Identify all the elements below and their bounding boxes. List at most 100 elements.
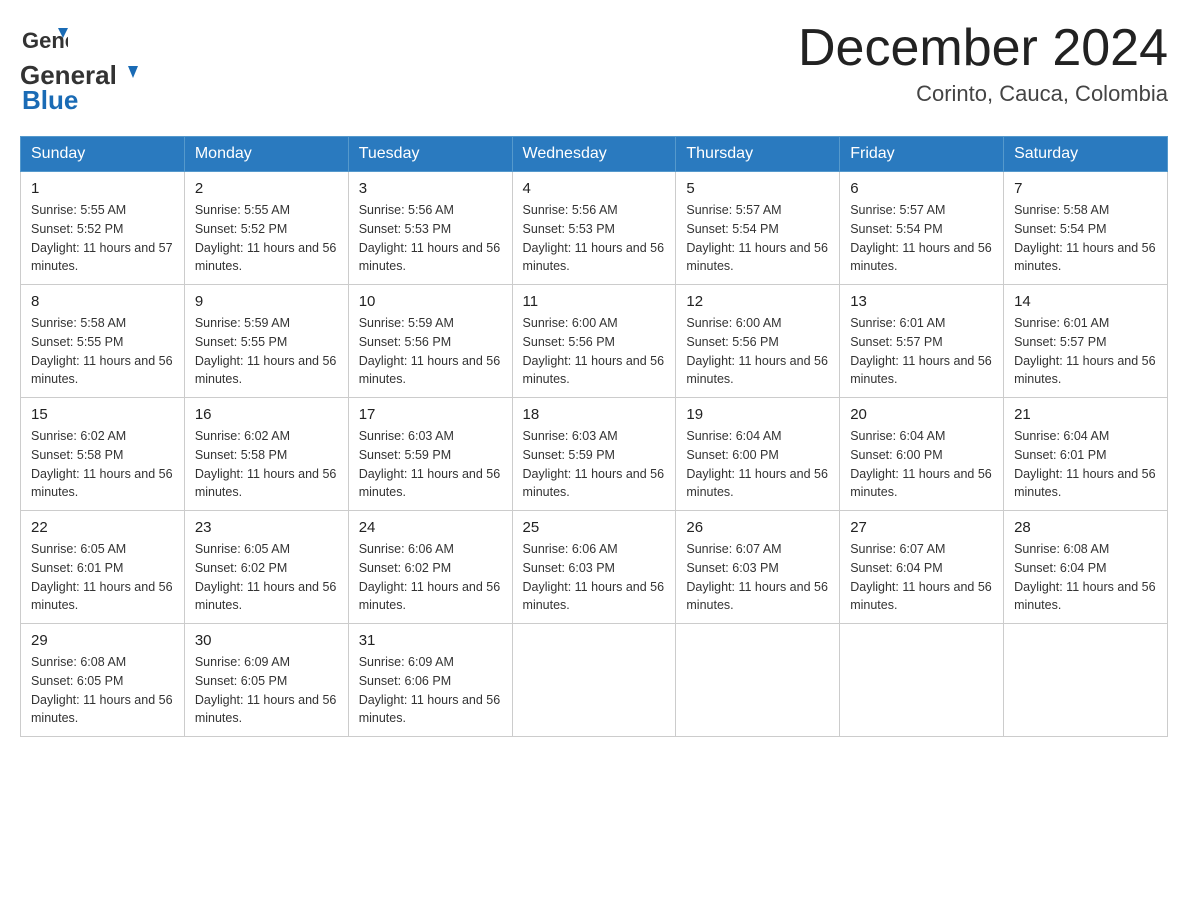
calendar-week-row: 22 Sunrise: 6:05 AM Sunset: 6:01 PM Dayl… <box>21 511 1168 624</box>
day-number: 21 <box>1014 406 1157 423</box>
day-number: 18 <box>523 406 666 423</box>
day-info: Sunrise: 6:04 AM Sunset: 6:00 PM Dayligh… <box>850 427 993 502</box>
day-info: Sunrise: 6:06 AM Sunset: 6:03 PM Dayligh… <box>523 540 666 615</box>
calendar-day-cell <box>840 624 1004 737</box>
calendar-day-cell: 14 Sunrise: 6:01 AM Sunset: 5:57 PM Dayl… <box>1004 285 1168 398</box>
month-title: December 2024 <box>798 20 1168 77</box>
calendar-day-cell: 23 Sunrise: 6:05 AM Sunset: 6:02 PM Dayl… <box>184 511 348 624</box>
day-info: Sunrise: 5:55 AM Sunset: 5:52 PM Dayligh… <box>31 201 174 276</box>
day-info: Sunrise: 6:03 AM Sunset: 5:59 PM Dayligh… <box>523 427 666 502</box>
calendar-day-cell: 17 Sunrise: 6:03 AM Sunset: 5:59 PM Dayl… <box>348 398 512 511</box>
day-info: Sunrise: 6:06 AM Sunset: 6:02 PM Dayligh… <box>359 540 502 615</box>
day-info: Sunrise: 6:05 AM Sunset: 6:01 PM Dayligh… <box>31 540 174 615</box>
day-number: 24 <box>359 519 502 536</box>
calendar-week-row: 8 Sunrise: 5:58 AM Sunset: 5:55 PM Dayli… <box>21 285 1168 398</box>
calendar-day-cell: 28 Sunrise: 6:08 AM Sunset: 6:04 PM Dayl… <box>1004 511 1168 624</box>
day-number: 16 <box>195 406 338 423</box>
calendar-week-row: 1 Sunrise: 5:55 AM Sunset: 5:52 PM Dayli… <box>21 172 1168 285</box>
weekday-header-monday: Monday <box>184 137 348 172</box>
day-number: 15 <box>31 406 174 423</box>
day-info: Sunrise: 6:01 AM Sunset: 5:57 PM Dayligh… <box>850 314 993 389</box>
calendar-day-cell: 24 Sunrise: 6:06 AM Sunset: 6:02 PM Dayl… <box>348 511 512 624</box>
day-number: 11 <box>523 293 666 310</box>
weekday-header-thursday: Thursday <box>676 137 840 172</box>
calendar-day-cell: 5 Sunrise: 5:57 AM Sunset: 5:54 PM Dayli… <box>676 172 840 285</box>
calendar-day-cell: 2 Sunrise: 5:55 AM Sunset: 5:52 PM Dayli… <box>184 172 348 285</box>
day-info: Sunrise: 6:04 AM Sunset: 6:01 PM Dayligh… <box>1014 427 1157 502</box>
day-number: 7 <box>1014 180 1157 197</box>
calendar-day-cell: 30 Sunrise: 6:09 AM Sunset: 6:05 PM Dayl… <box>184 624 348 737</box>
day-number: 20 <box>850 406 993 423</box>
day-number: 17 <box>359 406 502 423</box>
day-number: 3 <box>359 180 502 197</box>
calendar-day-cell: 15 Sunrise: 6:02 AM Sunset: 5:58 PM Dayl… <box>21 398 185 511</box>
calendar-day-cell: 4 Sunrise: 5:56 AM Sunset: 5:53 PM Dayli… <box>512 172 676 285</box>
title-section: December 2024 Corinto, Cauca, Colombia <box>798 20 1168 107</box>
calendar-day-cell: 22 Sunrise: 6:05 AM Sunset: 6:01 PM Dayl… <box>21 511 185 624</box>
day-number: 9 <box>195 293 338 310</box>
calendar-day-cell <box>676 624 840 737</box>
day-info: Sunrise: 5:55 AM Sunset: 5:52 PM Dayligh… <box>195 201 338 276</box>
calendar-table: SundayMondayTuesdayWednesdayThursdayFrid… <box>20 136 1168 737</box>
day-number: 26 <box>686 519 829 536</box>
day-number: 10 <box>359 293 502 310</box>
calendar-day-cell: 10 Sunrise: 5:59 AM Sunset: 5:56 PM Dayl… <box>348 285 512 398</box>
day-info: Sunrise: 5:56 AM Sunset: 5:53 PM Dayligh… <box>523 201 666 276</box>
calendar-day-cell: 11 Sunrise: 6:00 AM Sunset: 5:56 PM Dayl… <box>512 285 676 398</box>
day-info: Sunrise: 6:02 AM Sunset: 5:58 PM Dayligh… <box>31 427 174 502</box>
logo-blue: Blue <box>22 85 78 115</box>
calendar-day-cell: 29 Sunrise: 6:08 AM Sunset: 6:05 PM Dayl… <box>21 624 185 737</box>
day-info: Sunrise: 6:01 AM Sunset: 5:57 PM Dayligh… <box>1014 314 1157 389</box>
day-number: 28 <box>1014 519 1157 536</box>
day-info: Sunrise: 6:00 AM Sunset: 5:56 PM Dayligh… <box>686 314 829 389</box>
day-info: Sunrise: 5:59 AM Sunset: 5:56 PM Dayligh… <box>359 314 502 389</box>
weekday-header-tuesday: Tuesday <box>348 137 512 172</box>
logo-triangle-icon <box>118 64 138 84</box>
day-info: Sunrise: 6:07 AM Sunset: 6:03 PM Dayligh… <box>686 540 829 615</box>
day-number: 23 <box>195 519 338 536</box>
calendar-day-cell: 27 Sunrise: 6:07 AM Sunset: 6:04 PM Dayl… <box>840 511 1004 624</box>
weekday-header-sunday: Sunday <box>21 137 185 172</box>
day-info: Sunrise: 6:00 AM Sunset: 5:56 PM Dayligh… <box>523 314 666 389</box>
day-number: 22 <box>31 519 174 536</box>
day-info: Sunrise: 6:09 AM Sunset: 6:06 PM Dayligh… <box>359 653 502 728</box>
calendar-day-cell: 9 Sunrise: 5:59 AM Sunset: 5:55 PM Dayli… <box>184 285 348 398</box>
calendar-day-cell: 12 Sunrise: 6:00 AM Sunset: 5:56 PM Dayl… <box>676 285 840 398</box>
location-subtitle: Corinto, Cauca, Colombia <box>798 81 1168 107</box>
day-info: Sunrise: 5:57 AM Sunset: 5:54 PM Dayligh… <box>686 201 829 276</box>
page-header: General General Blue December 2024 Corin… <box>20 20 1168 116</box>
day-number: 29 <box>31 632 174 649</box>
day-info: Sunrise: 6:09 AM Sunset: 6:05 PM Dayligh… <box>195 653 338 728</box>
weekday-header-saturday: Saturday <box>1004 137 1168 172</box>
day-number: 19 <box>686 406 829 423</box>
calendar-day-cell <box>1004 624 1168 737</box>
day-info: Sunrise: 6:02 AM Sunset: 5:58 PM Dayligh… <box>195 427 338 502</box>
weekday-header-row: SundayMondayTuesdayWednesdayThursdayFrid… <box>21 137 1168 172</box>
day-info: Sunrise: 6:05 AM Sunset: 6:02 PM Dayligh… <box>195 540 338 615</box>
weekday-header-friday: Friday <box>840 137 1004 172</box>
day-number: 14 <box>1014 293 1157 310</box>
day-info: Sunrise: 5:58 AM Sunset: 5:55 PM Dayligh… <box>31 314 174 389</box>
calendar-day-cell: 16 Sunrise: 6:02 AM Sunset: 5:58 PM Dayl… <box>184 398 348 511</box>
calendar-day-cell: 21 Sunrise: 6:04 AM Sunset: 6:01 PM Dayl… <box>1004 398 1168 511</box>
day-info: Sunrise: 6:08 AM Sunset: 6:04 PM Dayligh… <box>1014 540 1157 615</box>
day-number: 30 <box>195 632 338 649</box>
calendar-day-cell: 26 Sunrise: 6:07 AM Sunset: 6:03 PM Dayl… <box>676 511 840 624</box>
calendar-day-cell: 1 Sunrise: 5:55 AM Sunset: 5:52 PM Dayli… <box>21 172 185 285</box>
day-number: 1 <box>31 180 174 197</box>
calendar-day-cell: 8 Sunrise: 5:58 AM Sunset: 5:55 PM Dayli… <box>21 285 185 398</box>
calendar-day-cell: 18 Sunrise: 6:03 AM Sunset: 5:59 PM Dayl… <box>512 398 676 511</box>
day-number: 31 <box>359 632 502 649</box>
day-info: Sunrise: 5:57 AM Sunset: 5:54 PM Dayligh… <box>850 201 993 276</box>
day-info: Sunrise: 5:59 AM Sunset: 5:55 PM Dayligh… <box>195 314 338 389</box>
calendar-day-cell: 31 Sunrise: 6:09 AM Sunset: 6:06 PM Dayl… <box>348 624 512 737</box>
calendar-day-cell <box>512 624 676 737</box>
calendar-day-cell: 19 Sunrise: 6:04 AM Sunset: 6:00 PM Dayl… <box>676 398 840 511</box>
day-number: 5 <box>686 180 829 197</box>
day-info: Sunrise: 6:03 AM Sunset: 5:59 PM Dayligh… <box>359 427 502 502</box>
day-number: 6 <box>850 180 993 197</box>
day-number: 8 <box>31 293 174 310</box>
day-number: 12 <box>686 293 829 310</box>
calendar-day-cell: 13 Sunrise: 6:01 AM Sunset: 5:57 PM Dayl… <box>840 285 1004 398</box>
calendar-week-row: 15 Sunrise: 6:02 AM Sunset: 5:58 PM Dayl… <box>21 398 1168 511</box>
